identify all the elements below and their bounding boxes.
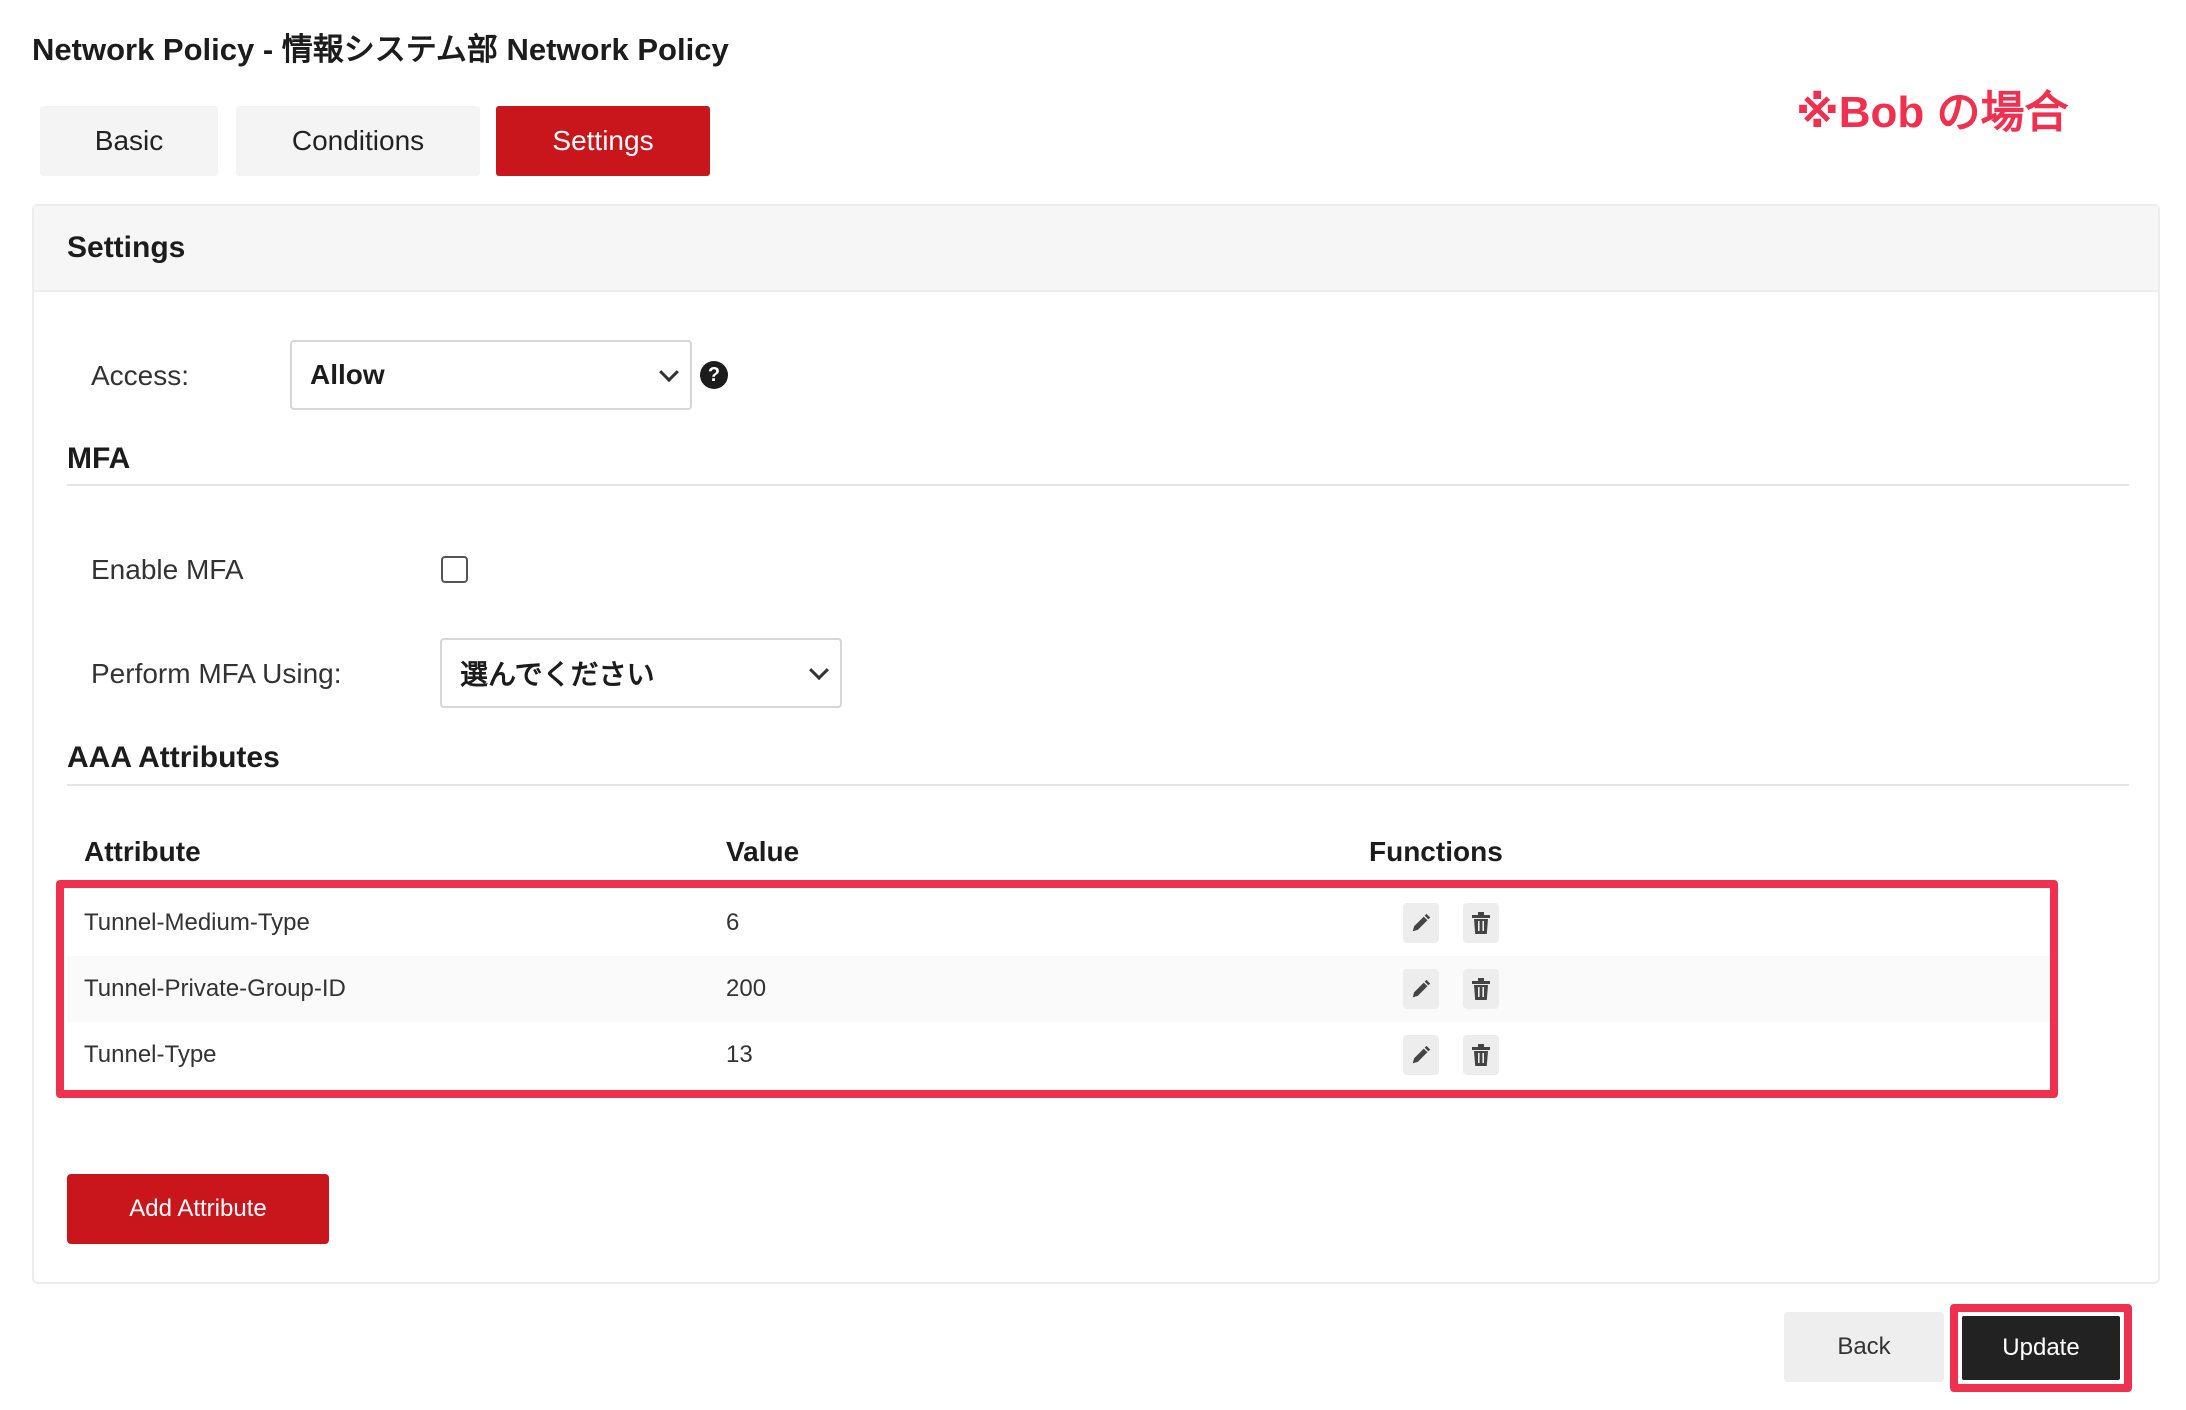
tab-settings[interactable]: Settings	[496, 106, 710, 176]
settings-card-title: Settings	[67, 231, 186, 264]
trash-icon	[1472, 978, 1490, 1000]
tab-conditions[interactable]: Conditions	[236, 106, 480, 176]
delete-button[interactable]	[1463, 903, 1499, 943]
attribute-cell: Tunnel-Private-Group-ID	[84, 975, 346, 1002]
perform-mfa-select-value: 選んでください	[460, 659, 655, 690]
perform-mfa-select[interactable]: 選んでください	[440, 638, 842, 708]
table-row: Tunnel-Medium-Type 6	[67, 890, 2057, 956]
chevron-down-icon	[809, 660, 829, 681]
value-cell: 13	[726, 1041, 753, 1068]
pencil-icon	[1412, 913, 1431, 932]
back-button[interactable]: Back	[1784, 1312, 1944, 1382]
column-header-functions: Functions	[1369, 836, 1503, 867]
enable-mfa-label: Enable MFA	[91, 554, 244, 585]
update-button[interactable]: Update	[1962, 1316, 2120, 1380]
mfa-section-title: MFA	[67, 442, 131, 475]
help-icon[interactable]: ?	[700, 361, 728, 389]
edit-button[interactable]	[1403, 1035, 1439, 1075]
value-cell: 200	[726, 975, 767, 1002]
add-attribute-button[interactable]: Add Attribute	[67, 1174, 329, 1244]
tab-basic[interactable]: Basic	[40, 106, 218, 176]
aaa-section-title: AAA Attributes	[67, 741, 280, 774]
settings-card-header: Settings	[34, 206, 2158, 292]
aaa-divider	[67, 784, 2129, 786]
settings-card: Settings Access: Allow ? MFA Enable MFA …	[32, 204, 2160, 1284]
mfa-divider	[67, 484, 2129, 486]
value-cell: 6	[726, 909, 740, 936]
attribute-cell: Tunnel-Medium-Type	[84, 909, 310, 936]
edit-button[interactable]	[1403, 903, 1439, 943]
page-title: Network Policy - 情報システム部 Network Policy	[32, 32, 729, 67]
column-header-value: Value	[726, 836, 800, 867]
pencil-icon	[1412, 979, 1431, 998]
enable-mfa-checkbox[interactable]	[441, 556, 468, 583]
trash-icon	[1472, 912, 1490, 934]
access-select[interactable]: Allow	[290, 340, 692, 410]
table-row: Tunnel-Type 13	[67, 1022, 2057, 1088]
delete-button[interactable]	[1463, 969, 1499, 1009]
pencil-icon	[1412, 1045, 1431, 1064]
chevron-down-icon	[659, 362, 679, 383]
edit-button[interactable]	[1403, 969, 1439, 1009]
access-select-value: Allow	[310, 359, 385, 390]
column-header-attribute: Attribute	[84, 836, 201, 867]
table-row: Tunnel-Private-Group-ID 200	[67, 956, 2057, 1022]
annotation-note: ※Bob の場合	[1796, 88, 2069, 137]
attribute-cell: Tunnel-Type	[84, 1041, 217, 1068]
delete-button[interactable]	[1463, 1035, 1499, 1075]
trash-icon	[1472, 1044, 1490, 1066]
access-label: Access:	[91, 360, 190, 391]
perform-mfa-label: Perform MFA Using:	[91, 658, 342, 689]
